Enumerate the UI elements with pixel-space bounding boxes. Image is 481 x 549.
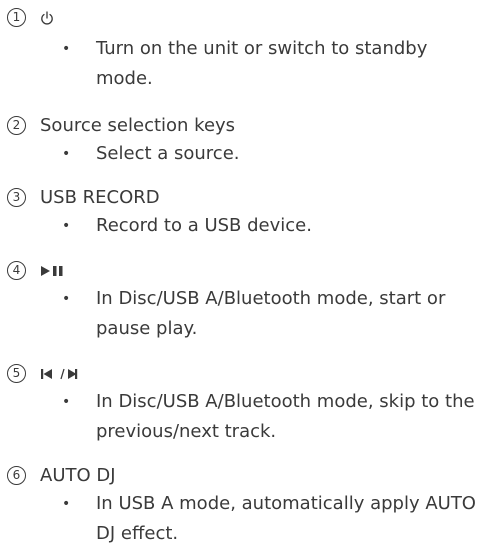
bullet: •	[62, 394, 71, 410]
play-pause-icon	[40, 259, 64, 283]
skip-prev-next-icon	[40, 362, 78, 386]
manual-page: 1 • Turn on the unit or switch to standb…	[0, 0, 481, 548]
item-description: Record to a USB device.	[96, 215, 312, 236]
item-number-badge: 3	[7, 188, 26, 207]
item-number-badge: 1	[7, 8, 26, 27]
item-description: In Disc/USB A/Bluetooth mode, skip to th…	[96, 391, 475, 442]
item-description: Select a source.	[96, 143, 240, 164]
item-heading: Source selection keys	[40, 115, 236, 136]
item-description: Turn on the unit or switch to standby mo…	[96, 38, 428, 89]
item-number-badge: 6	[7, 466, 26, 485]
item-heading: USB RECORD	[40, 187, 160, 208]
item-description: In Disc/USB A/Bluetooth mode, start or p…	[96, 288, 446, 339]
bullet: •	[62, 41, 71, 57]
bullet: •	[62, 146, 71, 162]
bullet: •	[62, 291, 71, 307]
bullet: •	[62, 496, 71, 512]
power-icon	[40, 6, 54, 30]
item-number-badge: 5	[7, 364, 26, 383]
item-description: In USB A mode, automatically apply AUTO …	[96, 493, 476, 544]
item-number-badge: 2	[7, 116, 26, 135]
bullet: •	[62, 218, 71, 234]
item-heading: AUTO DJ	[40, 465, 116, 486]
item-number-badge: 4	[7, 261, 26, 280]
